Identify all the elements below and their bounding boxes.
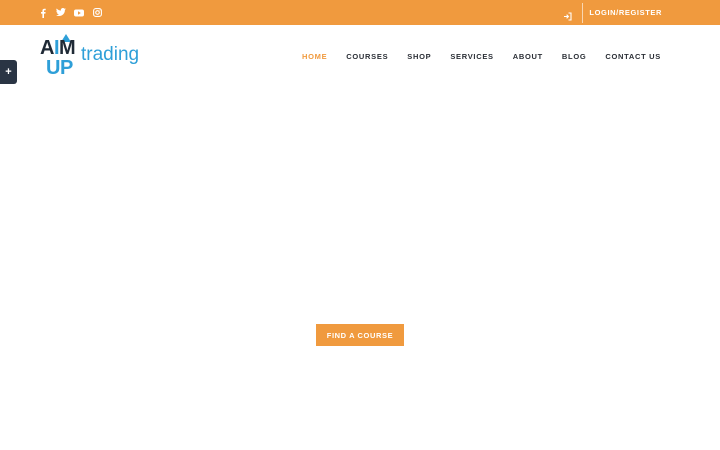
logo-trading: trading: [81, 44, 140, 65]
instagram-icon[interactable]: [92, 8, 102, 18]
nav-item-courses[interactable]: COURSES: [346, 51, 388, 62]
plus-icon: +: [5, 66, 12, 78]
nav-item-blog[interactable]: BLOG: [562, 51, 586, 62]
logo-aim: AIM: [40, 37, 76, 59]
nav-item-contact-us[interactable]: CONTACT US: [605, 51, 661, 62]
main-nav: HOME COURSES SHOP SERVICES ABOUT BLOG CO…: [302, 51, 661, 62]
facebook-icon[interactable]: [38, 8, 48, 18]
nav-item-home[interactable]: HOME: [302, 51, 327, 62]
youtube-icon[interactable]: [74, 8, 84, 18]
nav-item-about[interactable]: ABOUT: [513, 51, 543, 62]
login-divider: [582, 2, 584, 23]
site-logo[interactable]: AIM UP trading: [38, 34, 146, 82]
top-bar: LOGIN/REGISTER: [0, 0, 720, 25]
nav-item-shop[interactable]: SHOP: [407, 51, 431, 62]
find-a-course-button[interactable]: FIND A COURSE: [316, 324, 404, 346]
side-panel-toggle[interactable]: +: [0, 60, 17, 84]
nav-item-services[interactable]: SERVICES: [450, 51, 493, 62]
login-register-link[interactable]: LOGIN/REGISTER: [563, 0, 662, 25]
login-register-label: LOGIN/REGISTER: [589, 8, 662, 17]
twitter-icon[interactable]: [56, 8, 66, 18]
social-links: [38, 0, 102, 25]
logo-up: UP: [46, 57, 73, 79]
sign-in-icon: [563, 8, 572, 21]
